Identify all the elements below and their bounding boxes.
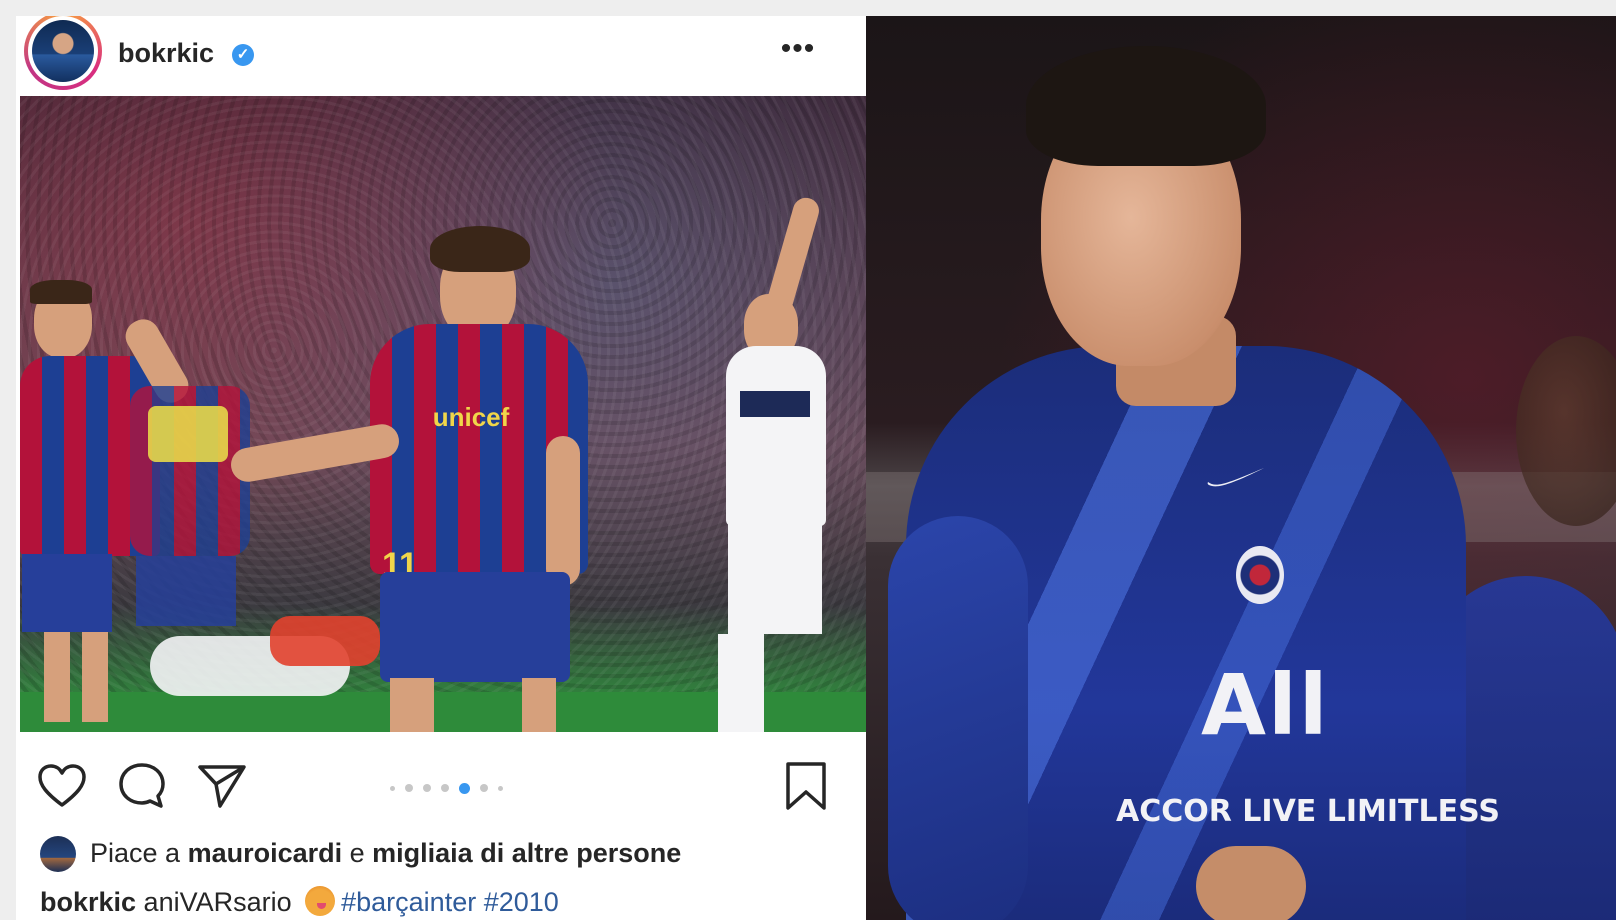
post-photo[interactable]: unicef 11 xyxy=(20,96,866,732)
nike-swoosh-icon xyxy=(1207,468,1264,487)
player-arm xyxy=(888,516,1028,920)
heart-icon[interactable] xyxy=(34,758,90,814)
liker-avatar[interactable] xyxy=(40,836,76,872)
bookmark-icon[interactable] xyxy=(778,758,834,814)
send-icon[interactable] xyxy=(194,758,250,814)
sponsor-main: All xyxy=(1201,656,1330,754)
likes-others[interactable]: migliaia di altre persone xyxy=(372,838,681,868)
post-caption: bokrkic aniVARsario #barçainter #2010 xyxy=(40,886,860,920)
avatar-image xyxy=(32,20,94,82)
post-header: bokrkic ✓ ••• xyxy=(16,16,866,96)
liker-username[interactable]: mauroicardi xyxy=(188,838,343,868)
winking-tongue-emoji-icon xyxy=(305,886,336,916)
more-icon[interactable]: ••• xyxy=(778,32,818,72)
carousel-dot xyxy=(405,784,413,792)
photo-player-ground xyxy=(150,616,380,732)
likes-text: Piace a mauroicardi e migliaia di altre … xyxy=(90,838,681,869)
post-actions xyxy=(16,752,866,822)
caption-hashtags[interactable]: #barçainter #2010 xyxy=(341,887,559,917)
shirt-sponsor: unicef xyxy=(432,402,510,432)
player-hair xyxy=(1026,46,1266,166)
carousel-indicator xyxy=(390,782,503,794)
sponsor-sub: ACCOR LIVE LIMITLESS xyxy=(1116,794,1500,829)
caption-text: aniVARsario xyxy=(136,887,300,917)
carousel-dot xyxy=(441,784,449,792)
psg-player-photo: All ACCOR LIVE LIMITLESS xyxy=(866,16,1616,920)
avatar-frame xyxy=(28,16,98,86)
carousel-dot xyxy=(423,784,431,792)
verified-icon: ✓ xyxy=(232,44,254,66)
carousel-dot xyxy=(498,785,503,791)
likes-prefix: Piace a xyxy=(90,838,188,868)
comment-icon[interactable] xyxy=(114,758,170,814)
carousel-dot xyxy=(480,784,488,792)
carousel-dot-active xyxy=(459,782,470,794)
photo-player-inter xyxy=(700,194,850,732)
carousel-dot xyxy=(390,785,395,791)
instagram-post: bokrkic ✓ ••• unicef 11 Piace a mauroica… xyxy=(16,16,866,920)
post-username[interactable]: bokrkic xyxy=(118,38,214,69)
player-hand xyxy=(1196,846,1306,920)
likes-summary: Piace a mauroicardi e migliaia di altre … xyxy=(40,836,860,876)
profile-avatar[interactable] xyxy=(24,16,102,90)
caption-username[interactable]: bokrkic xyxy=(40,887,136,917)
psg-crest-icon xyxy=(1236,546,1284,604)
likes-connector: e xyxy=(342,838,373,868)
